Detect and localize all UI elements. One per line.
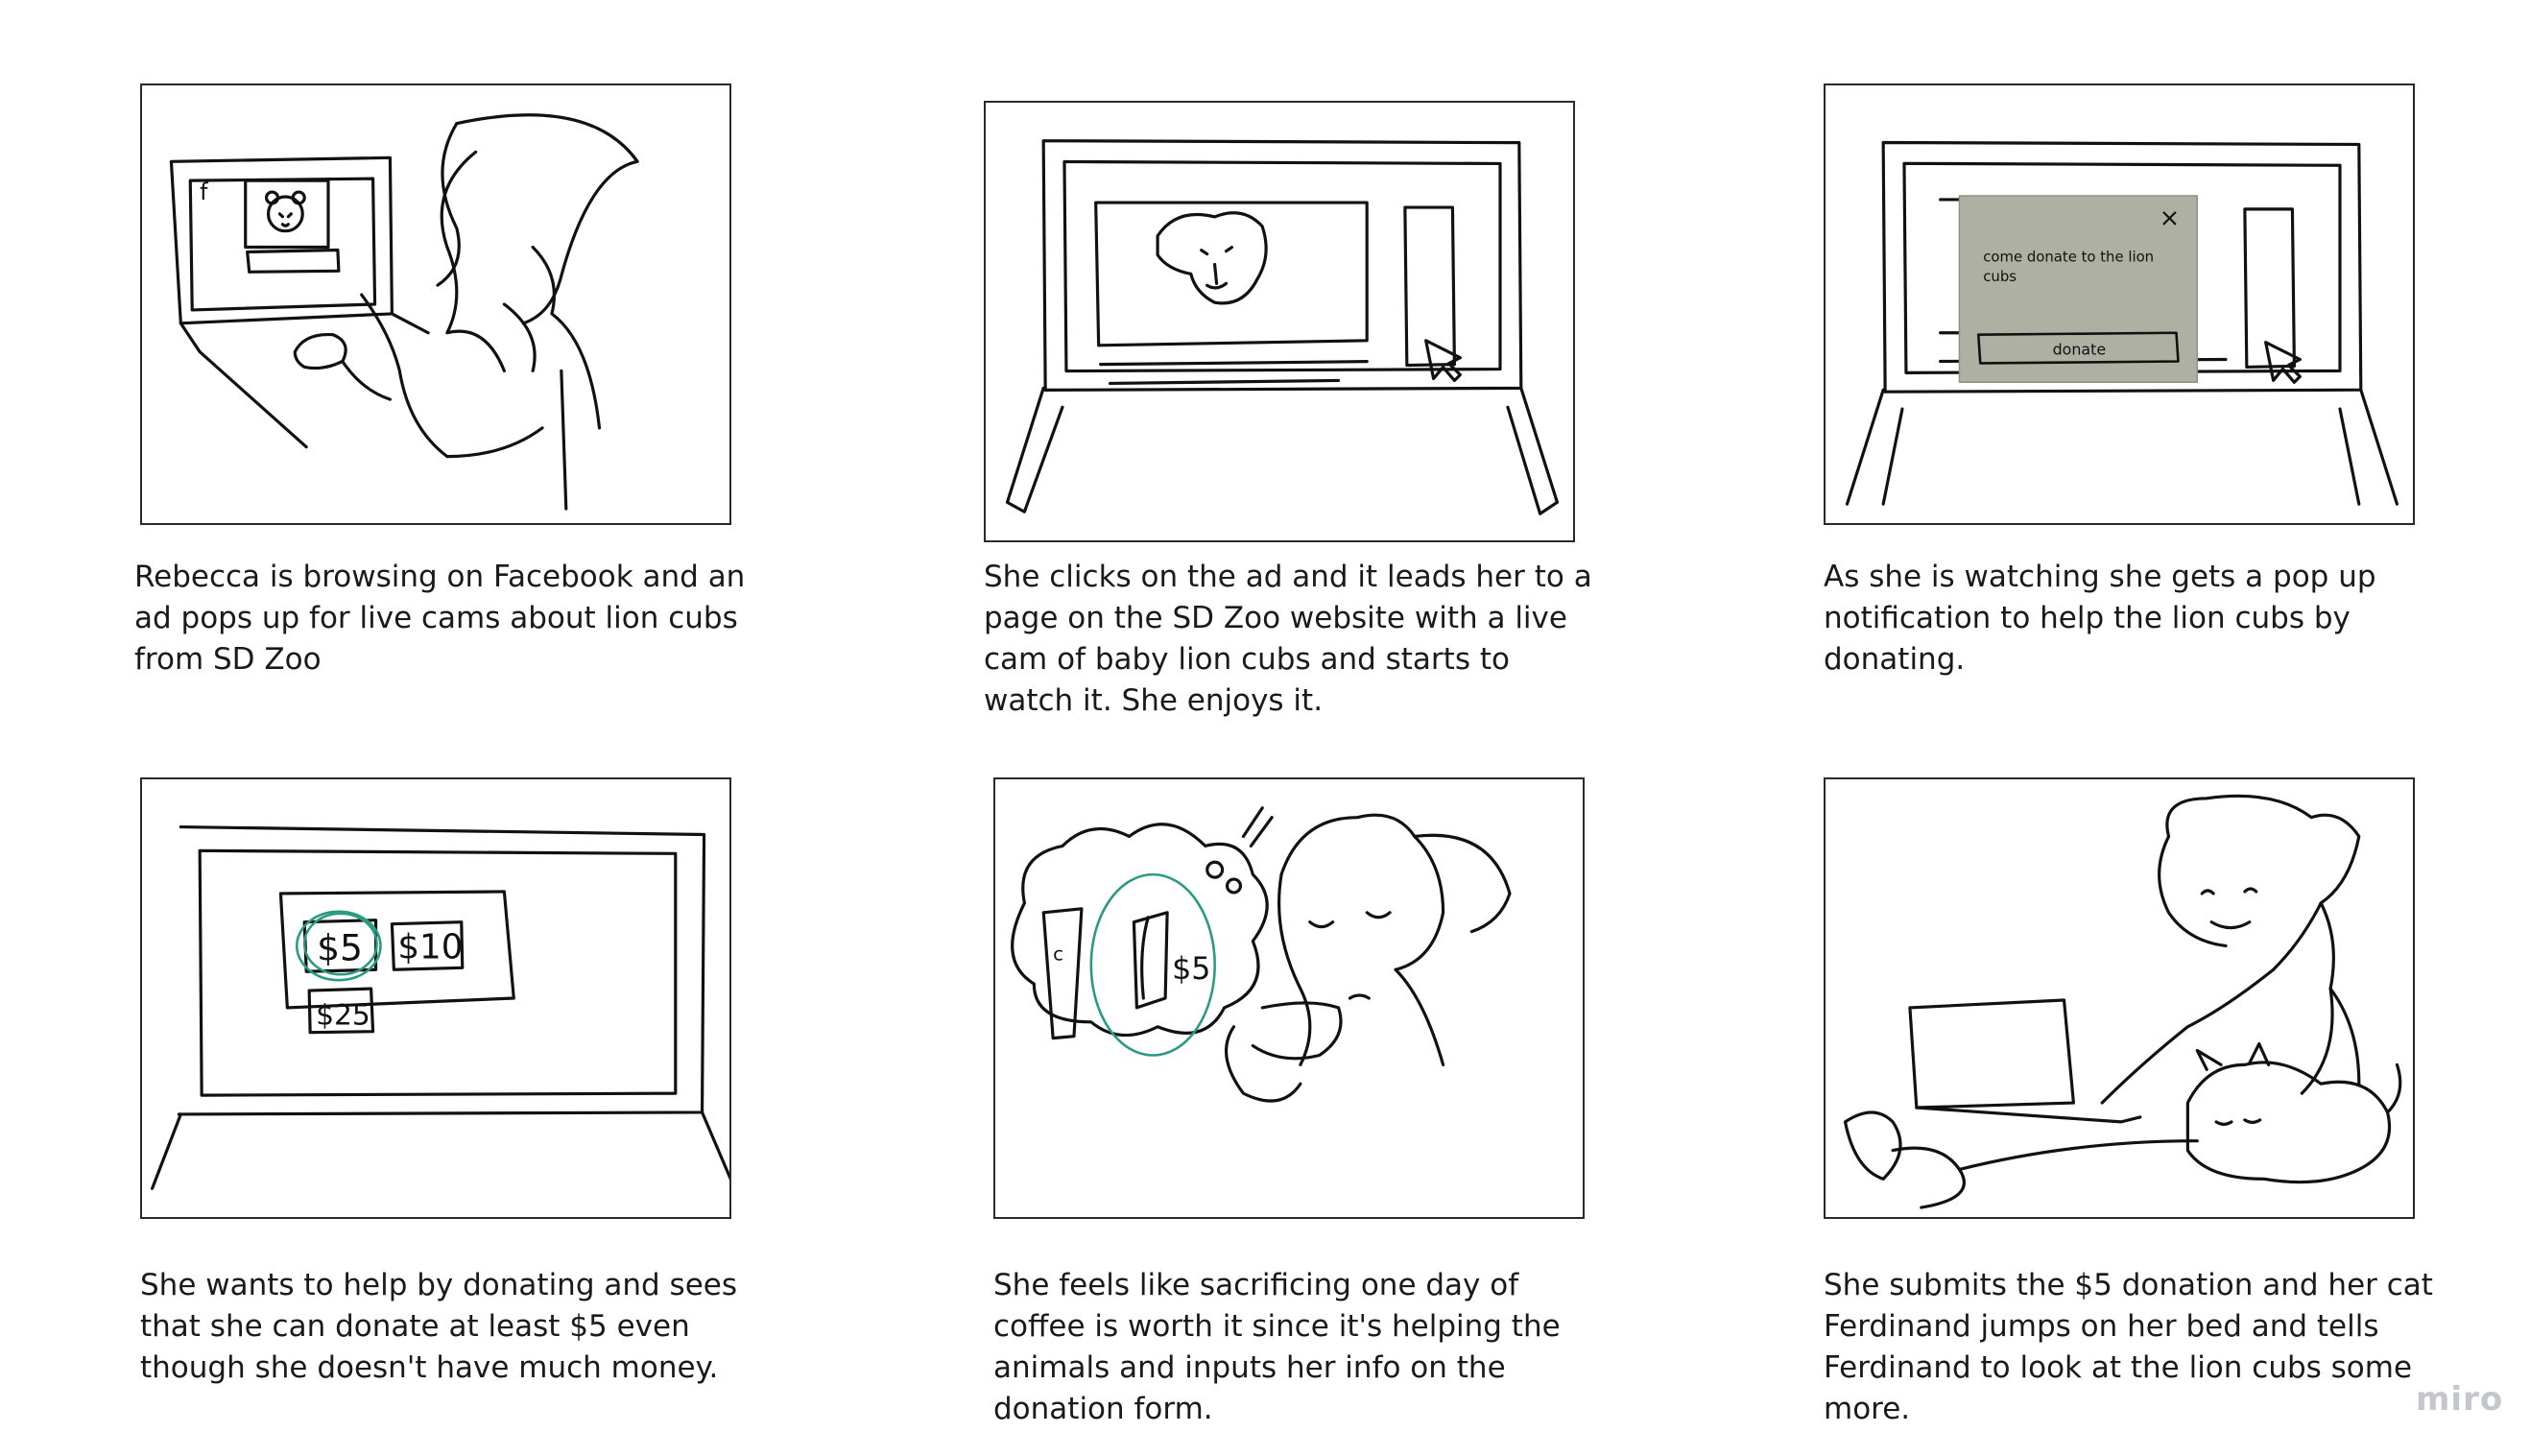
amount-25: $25: [316, 999, 370, 1033]
storyboard-frame-1: f: [140, 84, 731, 525]
svg-text:f: f: [200, 179, 208, 205]
caption-5: She feels like sacrificing one day of co…: [993, 1268, 1561, 1426]
sketch-donation-options: $5 $10 $25: [151, 824, 729, 1190]
caption-6: She submits the $5 donation and her cat …: [1824, 1268, 2433, 1426]
popup-close-icon[interactable]: ×: [2160, 204, 2181, 233]
caption-2: She clicks on the ad and it leads her to…: [984, 560, 1592, 718]
sketch-woman-browsing-facebook: f: [169, 113, 639, 511]
storyboard-frame-5: c $5: [993, 777, 1585, 1219]
amount-5: $5: [317, 926, 363, 968]
popup-message-line-1: come donate to the lion: [1983, 248, 2154, 265]
sketch-woman-with-cat: [1843, 794, 2402, 1209]
storyboard-frame-4: $5 $10 $25: [140, 777, 731, 1219]
sketch-laptop-live-cam: [1005, 139, 1560, 515]
cup-label: c: [1053, 943, 1063, 965]
sketch-laptop-popup: come donate to the lion cubs × donate: [1845, 140, 2399, 506]
storyboard-frame-2: [984, 101, 1575, 542]
bubble-amount: $5: [1172, 952, 1210, 987]
storyboard-frame-6: [1824, 777, 2415, 1219]
popup-message-line-2: cubs: [1983, 268, 2017, 285]
miro-logo: miro: [2416, 1380, 2504, 1419]
storyboard-frame-3: come donate to the lion cubs × donate: [1824, 84, 2415, 525]
sketch-thinking-coffee: c $5: [1011, 806, 1512, 1103]
caption-3: As she is watching she gets a pop up not…: [1824, 560, 2376, 677]
popup-donate-label: donate: [2053, 341, 2107, 359]
caption-4: She wants to help by donating and sees t…: [140, 1268, 737, 1385]
amount-10: $10: [397, 927, 463, 967]
caption-1: Rebecca is browsing on Facebook and an a…: [134, 560, 746, 677]
